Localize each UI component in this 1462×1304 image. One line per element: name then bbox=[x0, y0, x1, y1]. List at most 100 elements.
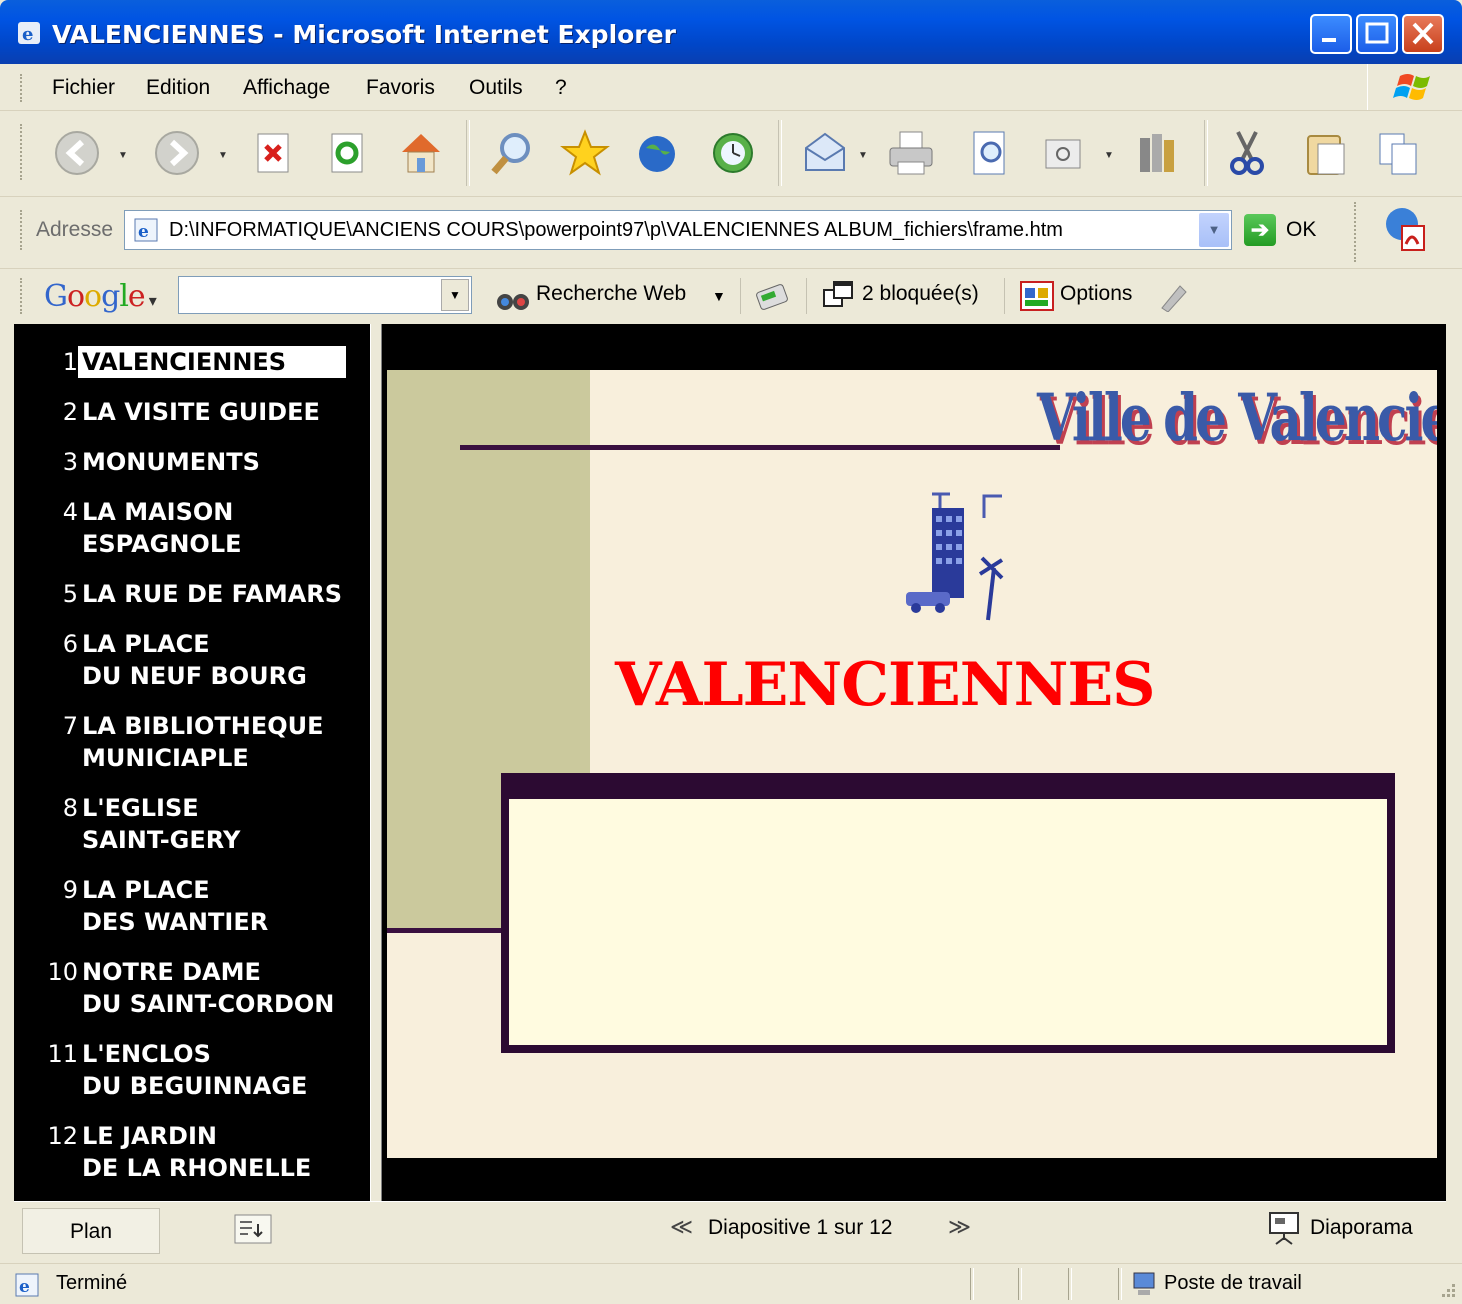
address-dropdown-icon[interactable]: ▼ bbox=[1199, 213, 1229, 247]
minimize-button[interactable] bbox=[1310, 14, 1352, 54]
outline-item[interactable]: 3 MONUMENTS bbox=[34, 446, 260, 478]
google-search-input[interactable] bbox=[179, 277, 441, 311]
search-button[interactable] bbox=[486, 128, 536, 178]
toolbar-grip[interactable] bbox=[20, 74, 25, 102]
slide-top-rule bbox=[460, 445, 1060, 450]
menu-affichage[interactable]: Affichage bbox=[243, 76, 330, 100]
popup-blocker-icon[interactable] bbox=[822, 280, 856, 312]
popups-blocked-label[interactable]: 2 bloquée(s) bbox=[862, 282, 979, 306]
resize-grip-icon[interactable] bbox=[1436, 1280, 1458, 1302]
binoculars-icon[interactable] bbox=[496, 282, 530, 312]
highlight-pen-icon[interactable] bbox=[1156, 280, 1190, 312]
options-icon[interactable] bbox=[1020, 280, 1054, 312]
outline-item-number: 10 bbox=[47, 958, 78, 986]
outline-item-title[interactable]: NOTRE DAME DU SAINT-CORDON bbox=[82, 956, 334, 1020]
toolbar-grip[interactable] bbox=[20, 210, 25, 250]
menu-fichier[interactable]: Fichier bbox=[52, 76, 115, 100]
forward-button[interactable] bbox=[152, 128, 202, 178]
outline-item[interactable]: 12 LE JARDIN DE LA RHONELLE bbox=[34, 1120, 311, 1182]
outline-item-title[interactable]: L'ENCLOS DU BEGUINNAGE bbox=[82, 1038, 307, 1102]
toolbar-grip[interactable] bbox=[1354, 202, 1358, 262]
frame-divider[interactable] bbox=[370, 324, 382, 1201]
outline-item-title[interactable]: LE JARDIN DE LA RHONELLE bbox=[82, 1120, 311, 1184]
menu-favoris[interactable]: Favoris bbox=[366, 76, 435, 100]
menu-outils[interactable]: Outils bbox=[469, 76, 523, 100]
city-clipart-icon bbox=[906, 492, 1004, 621]
outline-item[interactable]: 4 LA MAISON ESPAGNOLE bbox=[34, 496, 242, 558]
copy-button[interactable] bbox=[1374, 128, 1424, 178]
mail-button[interactable] bbox=[800, 128, 850, 178]
go-button[interactable]: OK bbox=[1286, 218, 1316, 242]
outline-item[interactable]: 8 L'EGLISE SAINT-GERY bbox=[34, 792, 241, 854]
windows-logo bbox=[1367, 64, 1462, 110]
history-button[interactable] bbox=[708, 128, 758, 178]
outline-item[interactable]: 11 L'ENCLOS DU BEGUINNAGE bbox=[34, 1038, 307, 1100]
outline-toggle-button[interactable]: Plan bbox=[22, 1208, 160, 1254]
paste-button[interactable] bbox=[1300, 128, 1350, 178]
next-slide-icon[interactable]: ≫ bbox=[948, 1214, 971, 1240]
edit-button[interactable] bbox=[964, 128, 1014, 178]
toolbar-grip[interactable] bbox=[20, 124, 25, 180]
back-button[interactable] bbox=[52, 128, 102, 178]
forward-dropdown-icon[interactable]: ▼ bbox=[218, 150, 228, 161]
outline-item-number: 4 bbox=[62, 498, 78, 526]
outline-item-title[interactable]: VALENCIENNES bbox=[78, 346, 347, 378]
stop-button[interactable] bbox=[248, 128, 298, 178]
toolbar-grip[interactable] bbox=[20, 278, 25, 314]
outline-item[interactable]: 2 LA VISITE GUIDEE bbox=[34, 396, 320, 428]
pagerank-icon[interactable] bbox=[754, 280, 790, 312]
pdf-icon[interactable] bbox=[1380, 204, 1430, 254]
outline-item-title[interactable]: LA VISITE GUIDEE bbox=[82, 396, 320, 428]
menu-bar: Fichier Edition Affichage Favoris Outils… bbox=[0, 64, 1462, 111]
print-icon bbox=[899, 131, 923, 151]
outline-item[interactable]: 1 VALENCIENNES bbox=[34, 346, 347, 378]
outline-item-title[interactable]: LA PLACE DU NEUF BOURG bbox=[82, 628, 307, 692]
toolbar-separator bbox=[740, 278, 743, 314]
previous-slide-icon[interactable]: ≪ bbox=[670, 1214, 693, 1240]
refresh-button[interactable] bbox=[322, 128, 372, 178]
address-url[interactable]: D:\INFORMATIQUE\ANCIENS COURS\powerpoint… bbox=[169, 219, 1063, 242]
ie-icon: e bbox=[18, 22, 40, 45]
outline-item-title[interactable]: LA MAISON ESPAGNOLE bbox=[82, 496, 242, 560]
outline-item[interactable]: 7 LA BIBLIOTHEQUE MUNICIAPLE bbox=[34, 710, 324, 772]
slide-title: VALENCIENNES bbox=[615, 650, 1156, 720]
back-dropdown-icon[interactable]: ▼ bbox=[118, 150, 128, 161]
media-button[interactable] bbox=[634, 128, 684, 178]
menu-edition[interactable]: Edition bbox=[146, 76, 210, 100]
status-separator bbox=[1118, 1268, 1122, 1300]
maximize-button[interactable] bbox=[1356, 14, 1398, 54]
outline-item[interactable]: 9 LA PLACE DES WANTIER bbox=[34, 874, 268, 936]
slideshow-button[interactable]: Diaporama bbox=[1310, 1216, 1413, 1240]
google-search-dropdown-icon[interactable]: ▼ bbox=[441, 279, 469, 311]
outline-item-title[interactable]: MONUMENTS bbox=[82, 446, 260, 478]
expand-outline-icon[interactable] bbox=[234, 1214, 272, 1244]
go-arrow-icon[interactable]: ➔ bbox=[1244, 214, 1276, 246]
discuss-button[interactable] bbox=[1040, 128, 1090, 178]
menu-help[interactable]: ? bbox=[555, 76, 567, 100]
google-search-field[interactable]: ▼ bbox=[178, 276, 472, 314]
slideshow-icon[interactable] bbox=[1266, 1210, 1302, 1246]
search-web-button[interactable]: Recherche Web bbox=[536, 282, 686, 306]
status-text: Terminé bbox=[56, 1272, 128, 1294]
mail-dropdown-icon[interactable]: ▼ bbox=[858, 150, 868, 161]
page-done-icon: e bbox=[15, 1273, 39, 1297]
home-button[interactable] bbox=[396, 128, 446, 178]
outline-item-title[interactable]: LA PLACE DES WANTIER bbox=[82, 874, 268, 938]
search-web-dropdown-icon[interactable]: ▼ bbox=[712, 288, 726, 304]
outline-item-title[interactable]: L'EGLISE SAINT-GERY bbox=[82, 792, 240, 856]
outline-item[interactable]: 5 LA RUE DE FAMARS bbox=[34, 578, 342, 610]
outline-item-number: 11 bbox=[47, 1040, 78, 1068]
options-button[interactable]: Options bbox=[1060, 282, 1132, 306]
print-button[interactable] bbox=[886, 128, 936, 178]
outline-item-title[interactable]: LA RUE DE FAMARS bbox=[82, 578, 342, 610]
outline-item[interactable]: 10 NOTRE DAME DU SAINT-CORDON bbox=[34, 956, 334, 1018]
outline-item-title[interactable]: LA BIBLIOTHEQUE MUNICIAPLE bbox=[82, 710, 324, 774]
address-field[interactable]: e D:\INFORMATIQUE\ANCIENS COURS\powerpoi… bbox=[124, 210, 1232, 250]
cut-button[interactable] bbox=[1222, 128, 1272, 178]
research-button[interactable] bbox=[1134, 128, 1184, 178]
close-button[interactable] bbox=[1402, 14, 1444, 54]
outline-item[interactable]: 6 LA PLACE DU NEUF BOURG bbox=[34, 628, 307, 690]
discuss-dropdown-icon[interactable]: ▼ bbox=[1104, 150, 1114, 161]
google-logo-button[interactable]: Google ▾ bbox=[44, 276, 174, 324]
favorites-button[interactable] bbox=[560, 128, 610, 178]
